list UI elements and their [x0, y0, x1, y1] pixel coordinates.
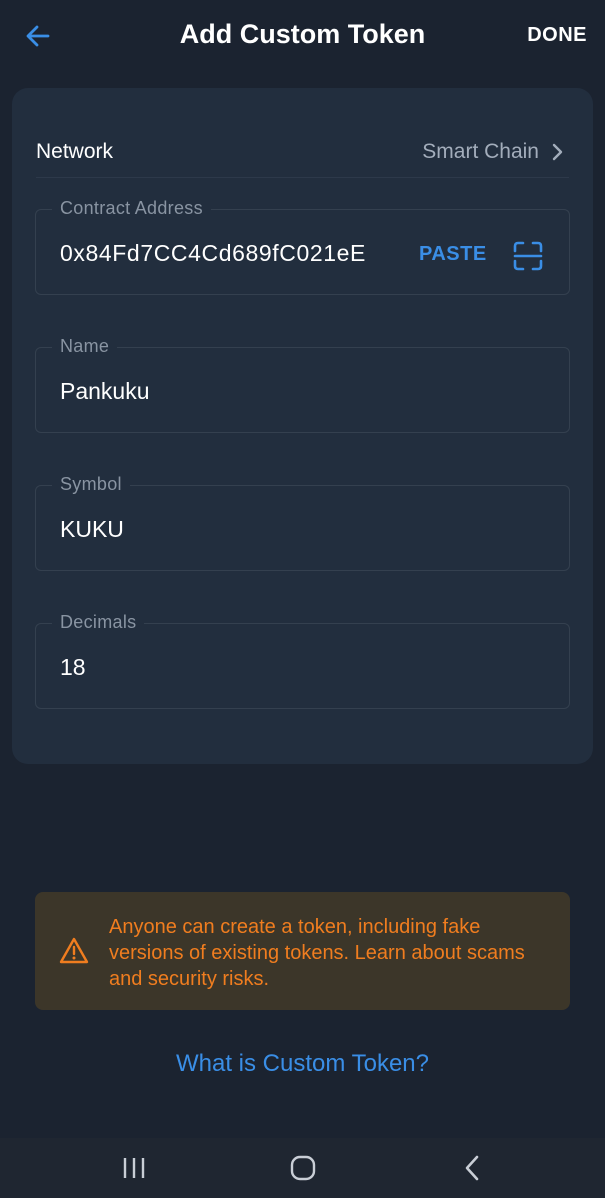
- arrow-left-icon: [26, 25, 50, 47]
- decimals-field[interactable]: Decimals 18: [35, 612, 570, 709]
- system-back-button[interactable]: [452, 1150, 492, 1186]
- contract-address-input[interactable]: 0x84Fd7CC4Cd689fC021eE: [60, 240, 383, 267]
- back-chevron-icon: [465, 1155, 479, 1181]
- contract-address-label: Contract Address: [52, 198, 211, 219]
- warning-triangle-icon: [59, 937, 89, 964]
- recents-icon: [123, 1158, 145, 1178]
- help-link-container: What is Custom Token?: [0, 1050, 605, 1078]
- token-form-card: Network Smart Chain Contract Address 0x8…: [12, 88, 593, 764]
- chevron-right-icon: [552, 143, 563, 161]
- network-selector[interactable]: Network Smart Chain: [36, 128, 569, 178]
- name-input[interactable]: Pankuku: [60, 378, 150, 405]
- network-value: Smart Chain: [422, 140, 539, 163]
- header: Add Custom Token DONE: [0, 0, 605, 72]
- paste-button[interactable]: PASTE: [419, 243, 487, 266]
- warning-banner[interactable]: Anyone can create a token, including fak…: [35, 892, 570, 1010]
- back-button[interactable]: [20, 18, 56, 54]
- symbol-field[interactable]: Symbol KUKU: [35, 474, 570, 571]
- done-button[interactable]: DONE: [527, 24, 587, 47]
- contract-address-field[interactable]: Contract Address 0x84Fd7CC4Cd689fC021eE …: [35, 198, 570, 295]
- page-title: Add Custom Token: [179, 19, 426, 49]
- what-is-custom-token-link[interactable]: What is Custom Token?: [176, 1050, 429, 1077]
- symbol-input[interactable]: KUKU: [60, 516, 124, 543]
- recents-button[interactable]: [114, 1150, 154, 1186]
- name-field[interactable]: Name Pankuku: [35, 336, 570, 433]
- decimals-label: Decimals: [52, 612, 145, 633]
- qr-scan-icon[interactable]: [512, 240, 544, 272]
- home-button[interactable]: [283, 1150, 323, 1186]
- decimals-input[interactable]: 18: [60, 654, 86, 681]
- warning-text: Anyone can create a token, including fak…: [109, 916, 525, 990]
- system-navigation-bar: [0, 1138, 605, 1198]
- add-custom-token-screen: Add Custom Token DONE Network Smart Chai…: [0, 0, 605, 1198]
- home-icon: [290, 1155, 316, 1181]
- network-label: Network: [36, 140, 114, 163]
- name-label: Name: [52, 336, 118, 357]
- symbol-label: Symbol: [52, 474, 130, 495]
